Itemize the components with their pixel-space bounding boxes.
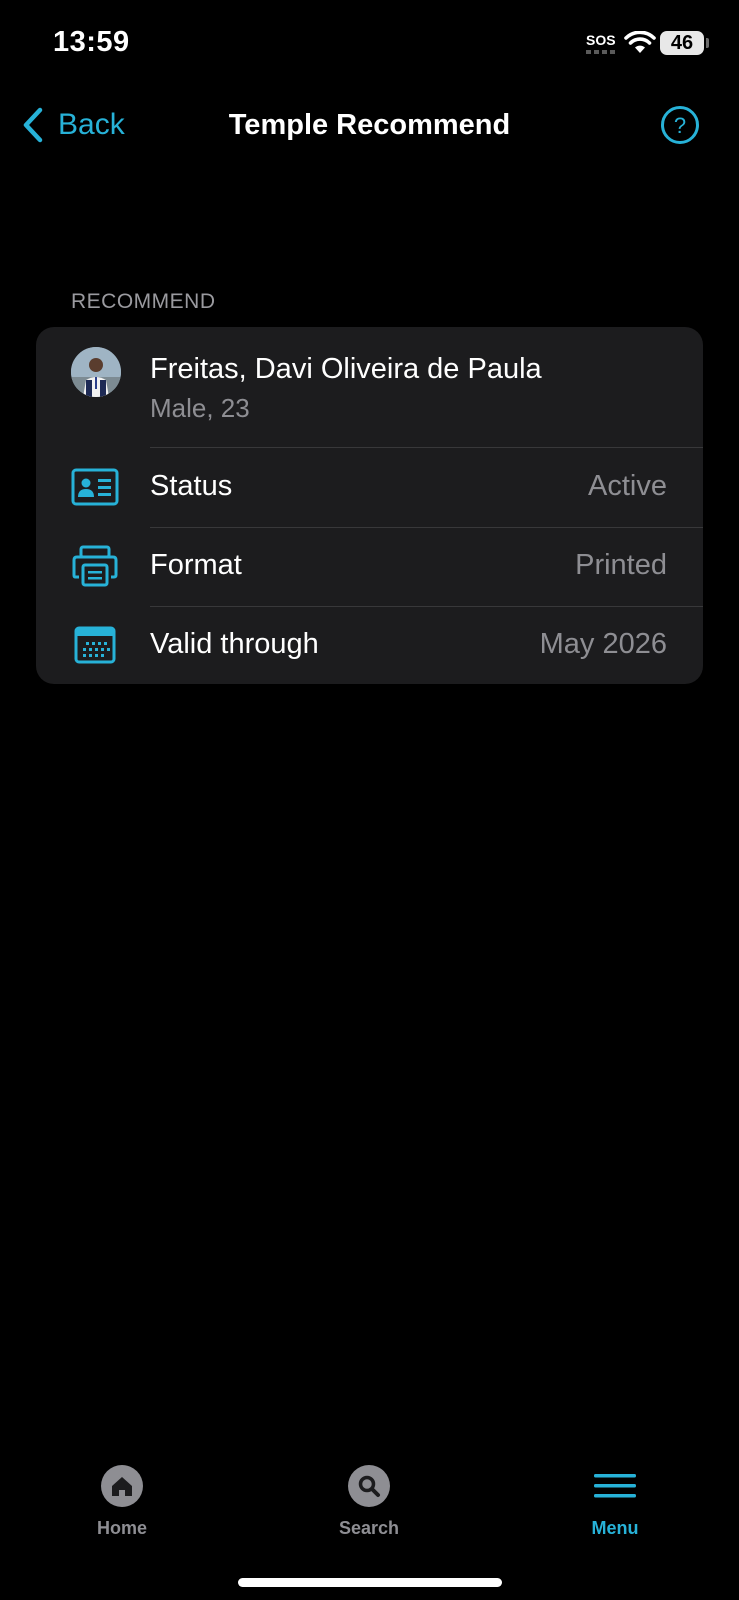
sos-indicator: SOS: [586, 32, 616, 48]
battery-tip: [706, 38, 709, 48]
person-name: Freitas, Davi Oliveira de Paula: [150, 353, 542, 385]
status-time: 13:59: [53, 26, 130, 58]
battery-icon: 46: [660, 31, 704, 55]
tab-bar: Home Search Menu: [0, 1450, 739, 1540]
menu-icon: [594, 1474, 636, 1498]
tab-home[interactable]: Home: [52, 1465, 192, 1539]
status-bar: 13:59 SOS 46: [0, 0, 739, 90]
section-header: RECOMMEND: [71, 290, 216, 313]
home-indicator[interactable]: [238, 1578, 502, 1587]
recommend-card: Freitas, Davi Oliveira de Paula Male, 23…: [36, 327, 703, 684]
id-card-icon: [71, 468, 119, 506]
home-icon: [101, 1465, 143, 1507]
format-row[interactable]: Format Printed: [36, 527, 703, 606]
valid-through-row[interactable]: Valid through May 2026: [36, 606, 703, 684]
page-title: Temple Recommend: [228, 109, 511, 141]
screen: 13:59 SOS 46 Back Temple Recommend ? REC…: [0, 0, 739, 1600]
avatar: [71, 347, 121, 397]
tab-menu-label: Menu: [591, 1518, 639, 1538]
tab-search-label: Search: [338, 1518, 400, 1538]
tab-menu[interactable]: Menu: [545, 1465, 685, 1539]
printer-icon: [72, 545, 118, 587]
tab-home-label: Home: [96, 1518, 147, 1538]
wifi-icon: [624, 31, 656, 53]
status-label: Status: [150, 470, 233, 502]
calendar-icon: [74, 626, 116, 664]
valid-through-value: May 2026: [539, 628, 667, 660]
status-value: Active: [588, 470, 667, 502]
search-icon: [348, 1465, 390, 1507]
status-row[interactable]: Status Active: [36, 448, 703, 527]
signal-dots: [586, 50, 616, 54]
format-value: Printed: [575, 549, 667, 581]
format-label: Format: [150, 549, 242, 581]
valid-through-label: Valid through: [150, 628, 319, 660]
navigation-bar: Back Temple Recommend ?: [0, 95, 739, 155]
person-details: Male, 23: [150, 393, 250, 423]
tab-search[interactable]: Search: [299, 1465, 439, 1539]
question-circle-icon[interactable]: ?: [660, 105, 700, 145]
svg-text:?: ?: [674, 113, 686, 138]
person-row[interactable]: Freitas, Davi Oliveira de Paula Male, 23: [36, 327, 703, 447]
